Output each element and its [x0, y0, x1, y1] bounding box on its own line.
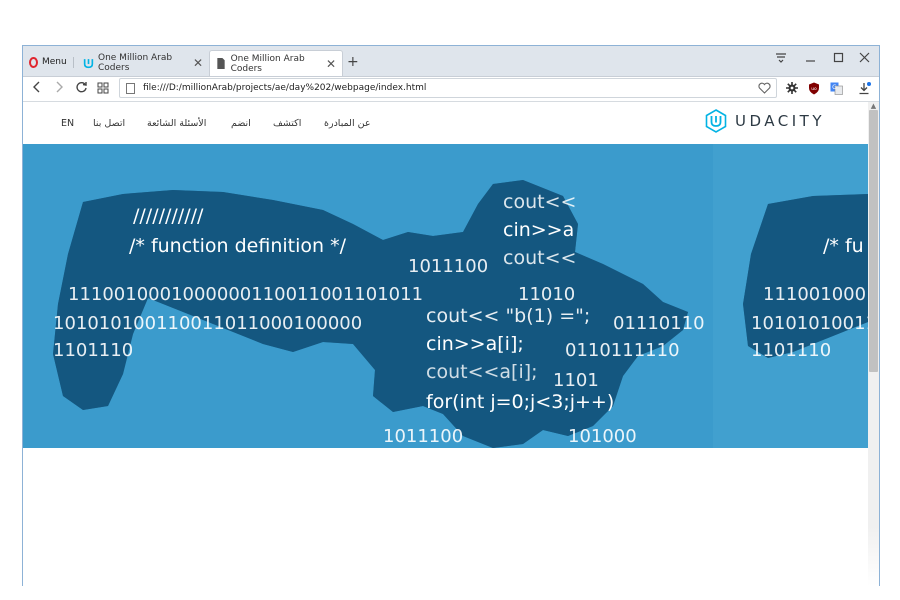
code-line: /* fu [823, 235, 864, 257]
nav-link-contact[interactable]: اتصل بنا [93, 118, 125, 129]
close-tab-icon[interactable]: ✕ [193, 56, 203, 70]
menu-label: Menu [42, 57, 67, 67]
binary-line: 101010100110011011000100000 [751, 313, 868, 334]
translate-icon[interactable]: G [829, 81, 843, 95]
binary-line: 0110111110 [565, 340, 680, 361]
scrollbar-thumb[interactable] [869, 110, 878, 372]
opera-menu-button[interactable]: Menu [29, 55, 67, 69]
tab-bar: Menu One Million Arab Coders ✕ One Milli… [23, 46, 879, 77]
code-line: for(int j=0;j<3;j++) [426, 391, 614, 413]
code-line: cin>>a [503, 219, 574, 241]
binary-line: 1011100 [408, 256, 488, 277]
minimize-icon[interactable] [805, 52, 816, 67]
binary-line: 1110010001000000110011001101011 [68, 284, 423, 305]
binary-line: 101010100110011011000100000 [53, 313, 362, 334]
page-icon [216, 58, 227, 70]
binary-line: 1101110 [53, 340, 133, 361]
back-icon[interactable] [31, 80, 43, 98]
nav-link-about[interactable]: عن المبادرة [324, 118, 371, 129]
ublock-shield-icon[interactable]: uo [807, 81, 821, 95]
reload-icon[interactable] [75, 80, 88, 98]
tab-menu-icon[interactable] [775, 52, 787, 67]
url-input[interactable]: file:///D:/millionArab/projects/ae/day%2… [119, 78, 777, 98]
nav-link-faq[interactable]: الأسئلة الشائعة [147, 118, 206, 129]
nav-link-join[interactable]: انضم [231, 118, 251, 129]
heart-icon[interactable] [757, 81, 771, 95]
page-icon [126, 82, 135, 94]
svg-text:G: G [832, 84, 837, 91]
code-line: cout<<a[i]; [426, 361, 538, 383]
site-navbar: EN اتصل بنا الأسئلة الشائعة انضم اكتشف ع… [23, 102, 868, 144]
close-window-icon[interactable] [859, 52, 870, 67]
opera-logo-icon [29, 56, 38, 68]
binary-line: 1101 [553, 370, 599, 391]
tab-one-million-arab-coders-2[interactable]: One Million Arab Coders ✕ [209, 50, 343, 76]
code-line: cout<< [503, 247, 576, 269]
udacity-icon [83, 57, 94, 69]
binary-line: 1011100 [383, 426, 463, 447]
tab-one-million-arab-coders-1[interactable]: One Million Arab Coders ✕ [77, 50, 209, 76]
tab-separator [73, 57, 74, 68]
code-line: cin>>a[i]; [426, 333, 524, 355]
code-line: /* function definition */ [129, 235, 347, 257]
binary-line: 1110010001000000110011001101011 [763, 284, 868, 305]
url-text: file:///D:/millionArab/projects/ae/day%2… [143, 83, 427, 93]
code-line: /////////// [133, 205, 204, 227]
tab-title: One Million Arab Coders [230, 53, 305, 74]
nav-link-en[interactable]: EN [61, 118, 74, 129]
forward-icon[interactable] [53, 80, 65, 98]
binary-line: 11010 [518, 284, 575, 305]
udacity-logo-icon [705, 109, 727, 133]
logo-text: UDACITY [735, 112, 825, 130]
maximize-icon[interactable] [833, 52, 844, 67]
tab-title: One Million Arab Coders [98, 53, 173, 73]
arab-world-map-illustration: /////////// /* function definition */ co… [23, 144, 868, 448]
binary-line: 01110110 [613, 313, 705, 334]
close-tab-icon[interactable]: ✕ [326, 57, 336, 71]
scroll-up-icon[interactable]: ▲ [869, 102, 878, 110]
udacity-logo[interactable]: UDACITY [705, 109, 825, 133]
page-scrollbar[interactable]: ▲ [868, 102, 879, 586]
settings-extension-icon[interactable] [785, 81, 799, 95]
download-icon[interactable] [857, 81, 871, 95]
svg-text:uo: uo [811, 87, 817, 92]
code-line: cout<< [503, 191, 576, 213]
speed-dial-icon[interactable] [97, 80, 109, 98]
hero-banner: /////////// /* function definition */ co… [23, 144, 868, 448]
new-tab-button[interactable]: + [347, 54, 359, 70]
page-viewport: EN اتصل بنا الأسئلة الشائعة انضم اكتشف ع… [23, 102, 868, 586]
binary-line: 101000 [568, 426, 637, 447]
binary-line: 1101110 [751, 340, 831, 361]
browser-window: Menu One Million Arab Coders ✕ One Milli… [22, 45, 880, 586]
nav-link-explore[interactable]: اكتشف [273, 118, 301, 129]
address-bar: file:///D:/millionArab/projects/ae/day%2… [23, 77, 879, 102]
code-line: cout<< "b(1) ="; [426, 305, 590, 327]
